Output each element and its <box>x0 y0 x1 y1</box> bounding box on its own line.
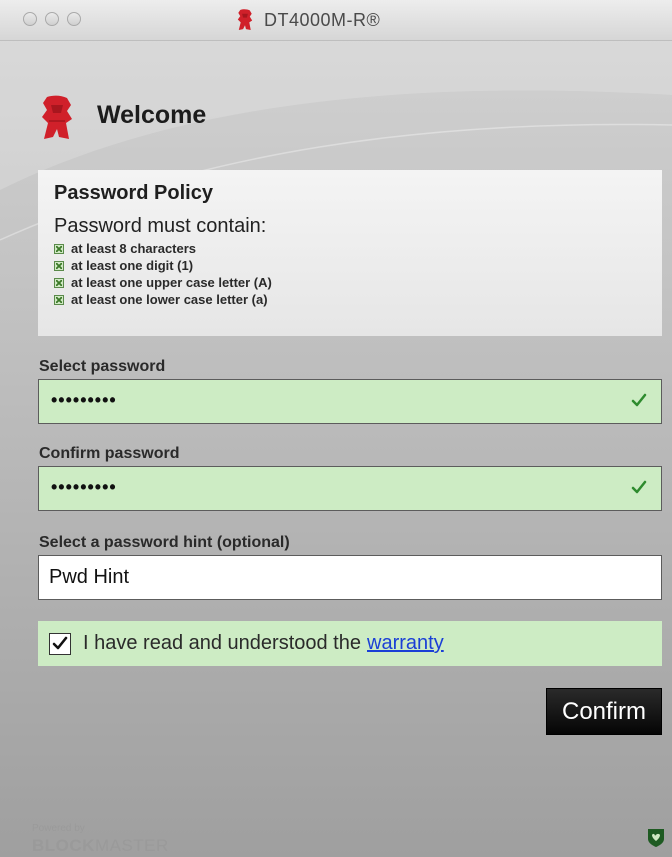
welcome-heading: Welcome <box>97 101 207 129</box>
warranty-text: I have read and understood the <box>83 632 361 654</box>
policy-requirement: at least one lower case letter (a) <box>54 291 646 308</box>
window-title: DT4000M-R® <box>264 9 381 30</box>
checkmark-icon <box>52 636 68 649</box>
requirement-text: at least one lower case letter (a) <box>71 292 268 307</box>
warranty-acknowledgement-row: I have read and understood the warranty <box>38 621 662 666</box>
minimize-window-button[interactable] <box>45 12 59 26</box>
close-window-button[interactable] <box>23 12 37 26</box>
confirm-button[interactable]: Confirm <box>546 688 662 735</box>
confirm-password-label: Confirm password <box>39 445 180 462</box>
policy-requirement: at least one digit (1) <box>54 257 646 274</box>
app-window: DT4000M-R® Welcome Password Policy Passw… <box>0 0 672 857</box>
select-password-label: Select password <box>39 358 166 375</box>
requirement-text: at least one upper case letter (A) <box>71 275 272 290</box>
blockmaster-logo: BLOCKMASTER <box>32 836 169 855</box>
kingston-logo-icon <box>237 9 253 31</box>
powered-by-label: Powered by <box>32 823 85 834</box>
password-hint-label: Select a password hint (optional) <box>39 534 290 551</box>
zoom-window-button[interactable] <box>67 12 81 26</box>
requirement-met-icon <box>54 277 64 288</box>
policy-requirement: at least one upper case letter (A) <box>54 274 646 291</box>
window-title-group: DT4000M-R® <box>236 8 380 32</box>
requirement-met-icon <box>54 243 64 254</box>
confirm-password-field[interactable]: ••••••••• <box>38 466 662 511</box>
confirm-password-value: ••••••••• <box>51 477 117 497</box>
select-password-value: ••••••••• <box>51 390 117 410</box>
kingston-logo-icon <box>42 95 72 139</box>
requirement-text: at least 8 characters <box>71 241 197 256</box>
requirement-met-icon <box>54 260 64 271</box>
shield-icon[interactable] <box>647 828 665 848</box>
policy-requirements-list: at least 8 characters at least one digit… <box>54 240 646 308</box>
title-bar: DT4000M-R® <box>0 0 672 41</box>
checkmark-icon <box>631 480 647 494</box>
requirement-met-icon <box>54 294 64 305</box>
warranty-checkbox[interactable] <box>49 632 71 655</box>
warranty-link[interactable]: warranty <box>367 632 444 655</box>
policy-subtitle: Password must contain: <box>54 215 267 237</box>
password-policy-panel: Password Policy Password must contain: a… <box>38 170 662 336</box>
requirement-text: at least one digit (1) <box>71 258 194 273</box>
select-password-field[interactable]: ••••••••• <box>38 379 662 424</box>
policy-requirement: at least 8 characters <box>54 240 646 257</box>
password-hint-input[interactable] <box>38 555 662 600</box>
checkmark-icon <box>631 393 647 407</box>
policy-title: Password Policy <box>54 182 213 204</box>
